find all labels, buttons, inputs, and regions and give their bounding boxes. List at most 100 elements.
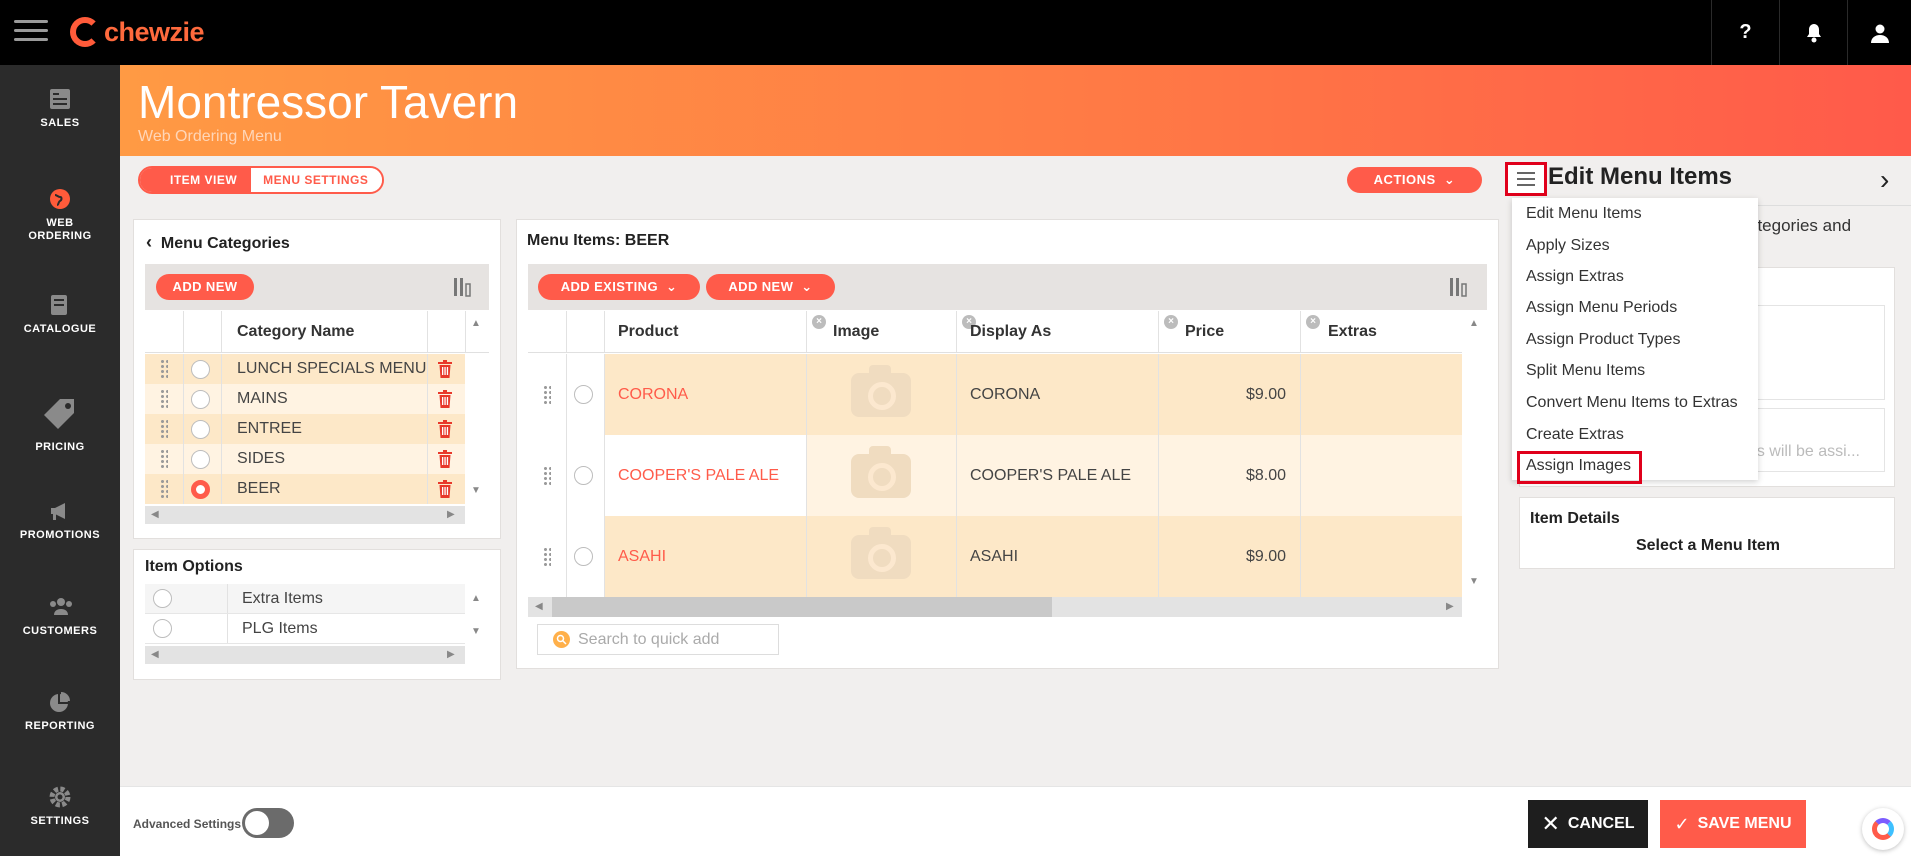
remove-column-icon[interactable]: × [1164, 315, 1178, 329]
advanced-settings-toggle[interactable] [242, 808, 294, 838]
user-icon[interactable] [1847, 0, 1911, 65]
nav-customers[interactable]: CUSTOMERS [0, 595, 120, 637]
item-option-row[interactable]: Extra Items [145, 584, 465, 614]
menu-item-assign-extras[interactable]: Assign Extras [1526, 268, 1624, 286]
options-scroll-left-arrow[interactable]: ◀ [151, 649, 159, 660]
cancel-button[interactable]: ✕ CANCEL [1528, 800, 1648, 848]
product-link[interactable]: CORONA [618, 354, 688, 435]
drag-handle-icon[interactable] [160, 474, 168, 504]
tab-item-view[interactable]: ITEM VIEW [140, 168, 252, 192]
items-scroll-down-arrow[interactable]: ▼ [1469, 576, 1479, 587]
nav-sales[interactable]: SALES [0, 87, 120, 129]
drag-handle-icon[interactable] [160, 384, 168, 414]
items-scroll-up-arrow[interactable]: ▲ [1469, 318, 1479, 329]
nav-pricing[interactable]: PRICING [0, 395, 120, 453]
add-new-category-button[interactable]: ADD NEW [156, 274, 254, 300]
items-scroll-thumb[interactable] [552, 597, 1052, 617]
chevron-left-icon[interactable]: ‹ [146, 232, 152, 252]
scroll-down-arrow[interactable]: ▼ [471, 485, 481, 496]
extras-column[interactable]: Extras [1328, 311, 1377, 352]
options-scroll-right-arrow[interactable]: ▶ [447, 649, 455, 660]
menu-item-assign-product-types[interactable]: Assign Product Types [1526, 331, 1680, 349]
item-option-radio[interactable] [153, 584, 172, 613]
drag-handle-icon[interactable] [160, 354, 168, 384]
drag-handle-icon[interactable] [160, 414, 168, 444]
search-input[interactable]: Search to quick add [578, 631, 719, 649]
add-new-item-button[interactable]: ADD NEW ⌄ [706, 274, 835, 300]
chewzie-logo[interactable]: chewzie [70, 10, 205, 54]
drag-handle-icon[interactable] [543, 354, 551, 435]
nav-promotions[interactable]: PROMOTIONS [0, 499, 120, 541]
column-chooser-icon[interactable] [1448, 276, 1470, 298]
save-menu-button[interactable]: ✓ SAVE MENU [1660, 800, 1806, 848]
menu-item-row[interactable]: CORONA CORONA $9.00 [528, 354, 1462, 435]
clickup-help-icon[interactable] [1862, 808, 1904, 850]
column-chooser-icon[interactable] [452, 276, 474, 298]
drawer-menu-button[interactable] [1505, 162, 1547, 196]
trash-icon[interactable] [438, 414, 452, 444]
price-column[interactable]: Price [1185, 311, 1224, 352]
product-link[interactable]: ASAHI [618, 516, 666, 597]
camera-placeholder-icon[interactable] [851, 516, 911, 597]
item-option-row[interactable]: PLG Items [145, 614, 465, 644]
quick-add-search[interactable]: Search to quick add [537, 624, 779, 655]
menu-item-apply-sizes[interactable]: Apply Sizes [1526, 237, 1610, 255]
options-scroll-down-arrow[interactable]: ▼ [471, 626, 481, 637]
category-row[interactable]: ENTREE [145, 414, 465, 444]
menu-item-convert-to-extras[interactable]: Convert Menu Items to Extras [1526, 394, 1738, 412]
scroll-right-arrow[interactable]: ▶ [447, 509, 455, 520]
scroll-left-arrow[interactable]: ◀ [151, 509, 159, 520]
scroll-up-arrow[interactable]: ▲ [471, 318, 481, 329]
hamburger-menu-icon[interactable] [14, 20, 48, 44]
items-scroll-right-arrow[interactable]: ▶ [1446, 601, 1454, 612]
items-scroll-left-arrow[interactable]: ◀ [535, 601, 543, 612]
menu-item-create-extras[interactable]: Create Extras [1526, 426, 1624, 444]
drag-handle-icon[interactable] [543, 516, 551, 597]
menu-item-radio[interactable] [574, 354, 593, 435]
categories-horizontal-scrollbar[interactable] [145, 506, 465, 524]
menu-item-edit-menu-items[interactable]: Edit Menu Items [1526, 205, 1642, 223]
menu-item-assign-menu-periods[interactable]: Assign Menu Periods [1526, 299, 1677, 317]
image-column[interactable]: Image [833, 311, 879, 352]
options-horizontal-scrollbar[interactable] [145, 646, 465, 664]
category-row[interactable]: SIDES [145, 444, 465, 474]
trash-icon[interactable] [438, 354, 452, 384]
category-name-column[interactable]: Category Name [237, 311, 354, 352]
menu-categories-header[interactable]: ‹ Menu Categories [146, 232, 290, 253]
help-button[interactable]: ? [1711, 0, 1779, 65]
category-radio[interactable] [191, 444, 210, 474]
drag-handle-icon[interactable] [160, 444, 168, 474]
items-horizontal-scrollbar[interactable] [528, 597, 1462, 617]
trash-icon[interactable] [438, 384, 452, 414]
product-link[interactable]: COOPER'S PALE ALE [618, 435, 779, 516]
options-scroll-up-arrow[interactable]: ▲ [471, 593, 481, 604]
category-row[interactable]: LUNCH SPECIALS MENU [145, 354, 465, 384]
tab-menu-settings[interactable]: MENU SETTINGS [251, 168, 383, 192]
nav-settings[interactable]: SETTINGS [0, 785, 120, 827]
category-radio[interactable] [191, 354, 210, 384]
trash-icon[interactable] [438, 444, 452, 474]
menu-item-radio[interactable] [574, 516, 593, 597]
remove-column-icon[interactable]: × [812, 315, 826, 329]
drag-handle-icon[interactable] [543, 435, 551, 516]
menu-item-split-menu-items[interactable]: Split Menu Items [1526, 362, 1645, 380]
actions-dropdown-button[interactable]: ACTIONS ⌄ [1347, 167, 1482, 193]
nav-catalogue[interactable]: CATALOGUE [0, 293, 120, 335]
camera-placeholder-icon[interactable] [851, 354, 911, 435]
category-radio[interactable] [191, 384, 210, 414]
camera-placeholder-icon[interactable] [851, 435, 911, 516]
nav-web-ordering[interactable]: WEB ORDERING [0, 187, 120, 243]
add-existing-button[interactable]: ADD EXISTING ⌄ [538, 274, 700, 300]
category-radio[interactable] [191, 474, 210, 504]
item-option-radio[interactable] [153, 614, 172, 643]
category-row[interactable]: MAINS [145, 384, 465, 414]
nav-reporting[interactable]: REPORTING [0, 690, 120, 732]
chevron-right-icon[interactable]: › [1880, 164, 1889, 196]
bell-icon[interactable] [1779, 0, 1847, 65]
menu-item-radio[interactable] [574, 435, 593, 516]
menu-item-row[interactable]: ASAHI ASAHI $9.00 [528, 516, 1462, 597]
trash-icon[interactable] [438, 474, 452, 504]
category-radio[interactable] [191, 414, 210, 444]
category-row[interactable]: BEER [145, 474, 465, 504]
display-as-column[interactable]: Display As [970, 311, 1051, 352]
